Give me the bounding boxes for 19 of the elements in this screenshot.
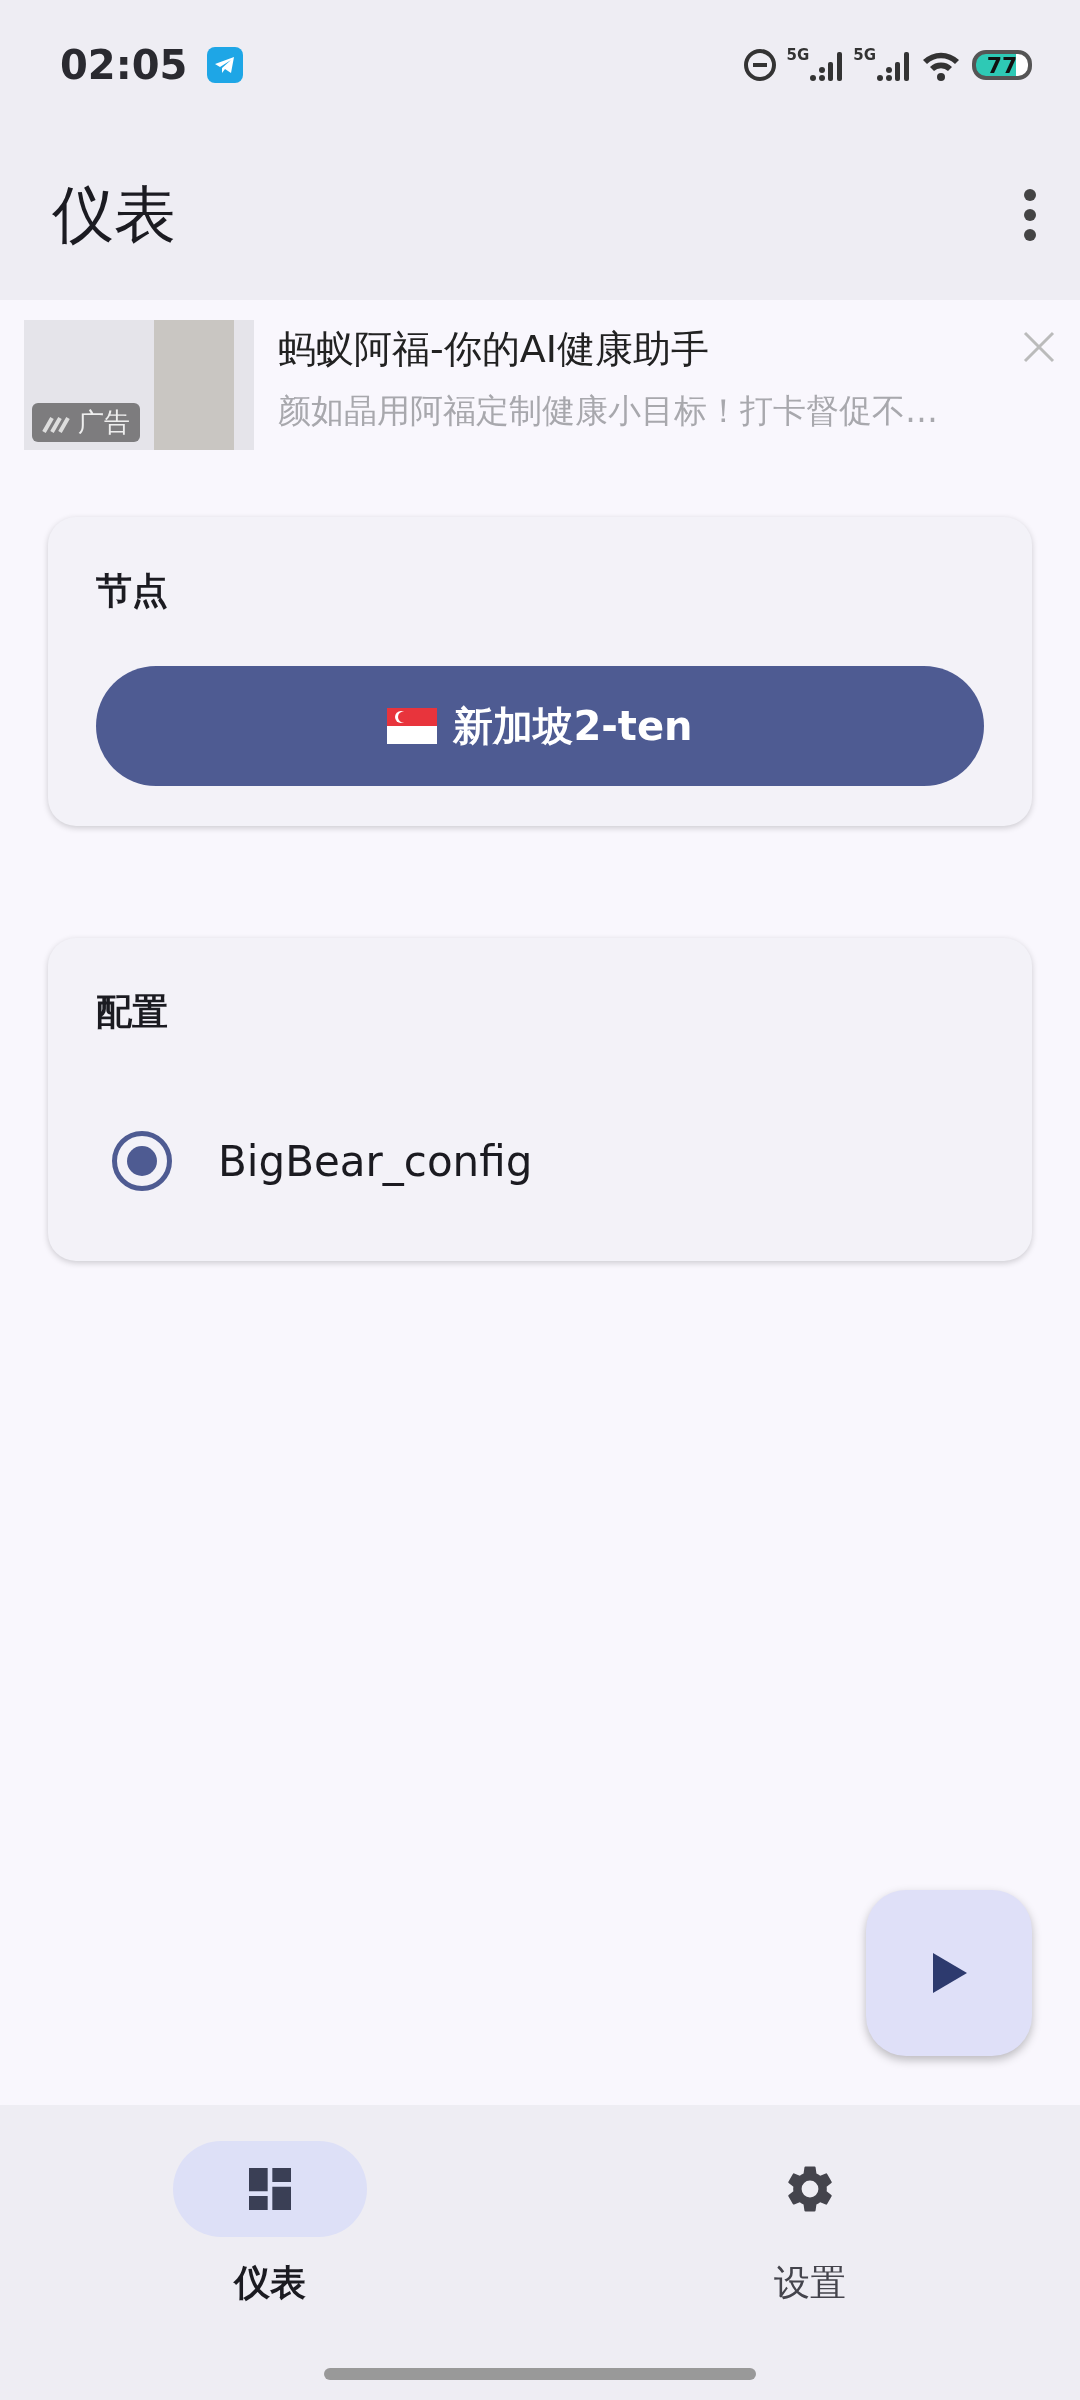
radio-button[interactable] [112, 1131, 172, 1191]
status-time: 02:05 [60, 42, 188, 88]
ad-image-placeholder[interactable]: 广告 [24, 320, 254, 450]
ad-description: 颜如晶用阿福定制健康小目标！打卡督促不… [278, 390, 939, 432]
play-button[interactable] [866, 1890, 1032, 2056]
ad-badge: 广告 [32, 403, 140, 442]
battery-indicator: 77 [972, 50, 1032, 80]
card-title: 节点 [96, 569, 169, 613]
flag-icon [387, 708, 438, 744]
network-type: 5G [853, 48, 876, 63]
card-title: 配置 [96, 990, 169, 1034]
nav-tab[interactable]: 设置 [540, 2105, 1080, 2400]
ad-title[interactable]: 蚂蚁阿福-你的AI健康助手 [278, 324, 998, 375]
config-label: BigBear_config [218, 1136, 533, 1186]
node-button[interactable]: 新加坡2-ten [96, 666, 984, 786]
page-title: 仪表 [52, 177, 177, 253]
do-not-disturb-icon [742, 48, 777, 82]
paper-plane-icon [207, 47, 244, 83]
network-type: 5G [786, 48, 810, 63]
